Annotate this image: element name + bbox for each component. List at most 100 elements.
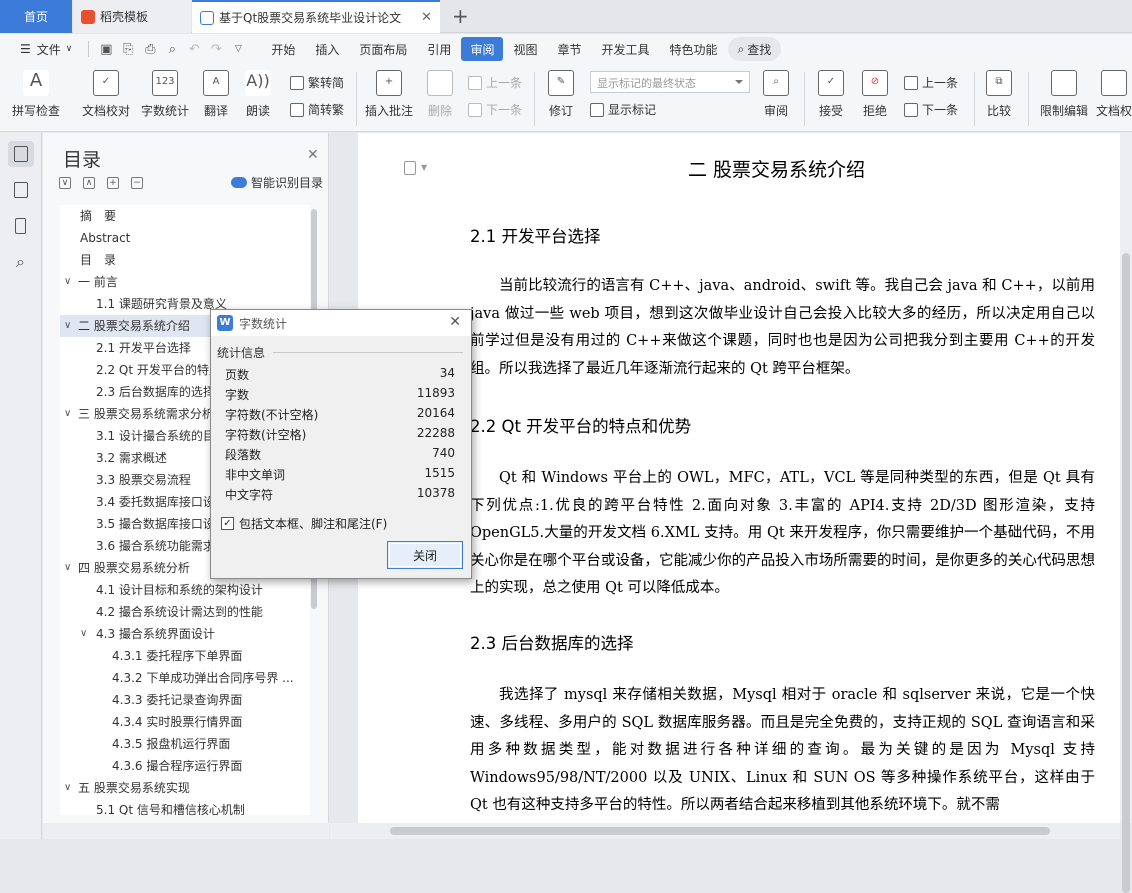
menu-chapter[interactable]: 章节 [547,37,591,61]
next-change-button[interactable]: 下一条 [904,101,958,118]
horizontal-scrollbar[interactable] [330,823,1120,839]
markup-state-select[interactable]: 显示标记的最终状态 [590,71,750,93]
next-comment-button[interactable]: 下一条 [468,101,522,118]
close-icon[interactable]: ✕ [307,147,319,163]
spell-check-button[interactable]: A 拼写检查 [12,70,60,119]
chevron-down-icon[interactable]: ∨ [64,271,71,293]
translate-button[interactable]: A 翻译 [198,70,234,119]
show-markup-button[interactable]: 显示标记 [590,101,656,118]
menu-reference[interactable]: 引用 [417,37,461,61]
menu-view[interactable]: 视图 [503,37,547,61]
search-icon[interactable]: ⌕ [8,249,34,275]
menu-layout[interactable]: 页面布局 [349,37,417,61]
trad-to-simp-button[interactable]: 繁转简 [290,74,344,91]
stat-value: 740 [432,446,455,460]
menu-devtools[interactable]: 开发工具 [591,37,659,61]
include-textbox-checkbox[interactable]: ✓ 包括文本框、脚注和尾注(F) [221,515,387,532]
translate-icon: A [203,70,229,96]
close-button[interactable]: 关闭 [387,541,463,569]
toc-panel-icon[interactable] [7,141,34,167]
review-pane-button[interactable]: ⌕ 审阅 [758,70,794,119]
restrict-editing-button[interactable]: 限制编辑 [1036,70,1092,119]
collapse-all-icon[interactable]: ∨ [59,177,71,189]
toc-item-label: 二 股票交易系统介绍 [78,319,190,333]
tab-document[interactable]: 基于Qt股票交易系统毕业设计论文 ✕ [192,0,440,33]
menu-start[interactable]: 开始 [261,37,305,61]
tab-close-icon[interactable]: ✕ [421,10,432,25]
toc-item-label: 3.1 设计撮合系统的目的 [96,429,227,443]
chevron-down-icon[interactable]: ∨ [64,557,71,579]
toc-item[interactable]: ∨ 4.3 撮合系统界面设计 [60,623,310,645]
toc-item[interactable]: 目 录 [60,249,310,271]
redo-icon[interactable]: ↷ [205,38,227,60]
menu-layout-label: 页面布局 [359,42,408,57]
read-aloud-button[interactable]: A)) 朗读 [242,70,274,119]
toc-item[interactable]: 4.3.3 委托记录查询界面 [60,689,310,711]
toc-item[interactable]: 4.2 撮合系统设计需达到的性能 [60,601,310,623]
toc-item[interactable]: 4.1 设计目标和系统的架构设计 [60,579,310,601]
toc-item[interactable]: 5.1 Qt 信号和槽信核心机制 [60,799,310,815]
chevron-down-icon[interactable]: ∨ [64,777,71,799]
stat-label: 中文字符 [225,488,274,502]
toc-item-label: Abstract [80,231,131,245]
chevron-down-icon[interactable]: ∨ [64,403,71,425]
toc-item[interactable]: 4.3.5 报盘机运行界面 [60,733,310,755]
read-aloud-label: 朗读 [245,104,270,118]
document-page[interactable]: ▼ 二 股票交易系统介绍 2.1 开发平台选择 当前比较流行的语言有 C++、j… [358,133,1120,823]
doc-permission-button[interactable]: 文档权 [1096,70,1132,119]
vertical-scroll-thumb[interactable] [1122,253,1130,893]
search-button[interactable]: ⌕ 查找 [727,37,782,61]
prev-change-button[interactable]: 上一条 [904,74,958,91]
tab-home[interactable]: 首页 [0,0,72,33]
save-icon[interactable]: ▣ [95,38,117,60]
toc-item[interactable]: 4.3.6 撮合程序运行界面 [60,755,310,777]
chevron-down-icon[interactable]: ∨ [64,315,71,337]
undo-icon[interactable]: ↶ [183,38,205,60]
add-heading-icon[interactable]: + [107,177,119,189]
file-menu[interactable]: ☰ 文件 ∨ [10,37,82,61]
chapter-nav-icon[interactable] [8,177,34,203]
wps-writer-icon: W [217,315,233,331]
toc-item[interactable]: Abstract [60,227,310,249]
smart-toc-button[interactable]: 智能识别目录 [231,174,323,191]
remove-heading-icon[interactable]: − [131,177,143,189]
toc-item[interactable]: 4.3.4 实时股票行情界面 [60,711,310,733]
proofread-button[interactable]: ✓ 文档校对 [80,70,132,119]
prev-comment-button[interactable]: 上一条 [468,74,522,91]
horizontal-scroll-thumb[interactable] [390,827,1050,835]
page-menu-icon[interactable] [404,161,416,175]
export-icon[interactable]: ⎘ [117,38,139,60]
stat-value: 20164 [416,406,455,420]
simp-to-trad-button[interactable]: 简转繁 [290,101,344,118]
menu-features[interactable]: 特色功能 [660,37,728,61]
insert-comment-button[interactable]: + 插入批注 [364,70,414,119]
menu-insert[interactable]: 插入 [305,37,349,61]
track-changes-button[interactable]: ✎ 修订 [542,70,580,119]
new-tab-icon[interactable]: + [452,4,469,28]
stat-row: 非中文单词 1515 [225,466,455,486]
toc-horizontal-scrollbar[interactable] [43,823,329,839]
compare-button[interactable]: ⧉ 比较 [980,70,1018,119]
dialog-close-icon[interactable]: ✕ [449,314,461,330]
checkbox-box[interactable]: ✓ [221,517,234,530]
chevron-down-icon[interactable]: ∨ [80,623,87,645]
reject-button[interactable]: ⊘ 拒绝 [856,70,894,119]
delete-comment-button[interactable]: 删除 [422,70,458,119]
expand-all-icon[interactable]: ∧ [83,177,95,189]
accept-button[interactable]: ✓ 接受 [812,70,850,119]
tab-daoke[interactable]: 稻壳模板 [73,0,191,33]
quick-access-more-icon[interactable]: ▽ [227,38,249,60]
toc-item[interactable]: 4.3.2 下单成功弹出合同序号界 ... [60,667,310,689]
stat-value: 10378 [416,486,455,500]
vertical-scrollbar[interactable] [1120,133,1132,893]
toc-item[interactable]: 4.3.1 委托程序下单界面 [60,645,310,667]
toc-item[interactable]: ∨ 五 股票交易系统实现 [60,777,310,799]
print-icon[interactable]: ⎙ [139,38,161,60]
print-preview-icon[interactable]: ⌕ [161,38,183,60]
word-count-button[interactable]: 123 字数统计 [140,70,190,119]
menu-review[interactable]: 审阅 [461,37,504,61]
dialog-titlebar[interactable]: W 字数统计 [211,310,471,336]
bookmark-icon[interactable] [8,213,34,239]
toc-item[interactable]: 摘 要 [60,205,310,227]
toc-item[interactable]: ∨ 一 前言 [60,271,310,293]
